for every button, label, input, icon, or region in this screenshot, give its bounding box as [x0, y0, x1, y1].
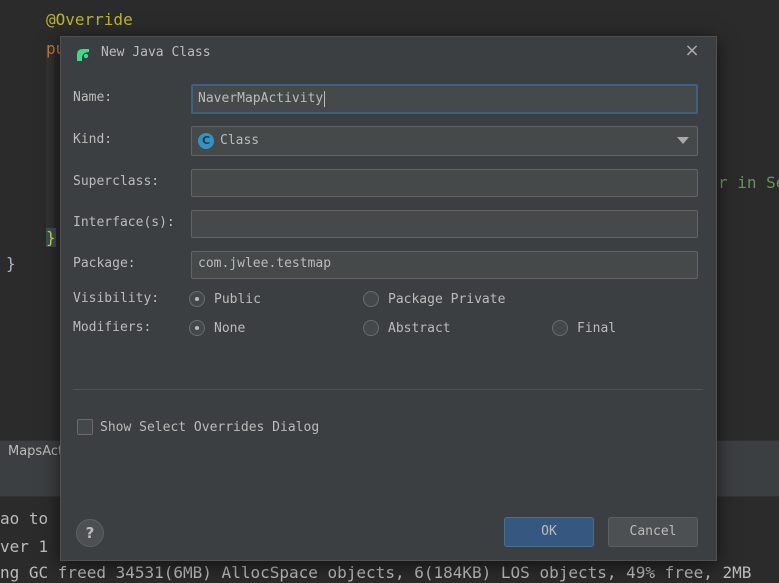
interfaces-input[interactable] [191, 210, 698, 238]
kind-selected-value: Class [220, 133, 260, 148]
package-input[interactable]: com.jwlee.testmap [191, 251, 698, 279]
close-icon[interactable]: × [682, 41, 702, 61]
show-overrides-label: Show Select Overrides Dialog [100, 419, 320, 435]
new-java-class-dialog: New Java Class × Name: NaverMapActivity … [60, 36, 717, 561]
override-annotation: @Override [46, 10, 133, 29]
interfaces-label: Interface(s): [73, 215, 175, 230]
visibility-package-private-label: Package Private [388, 291, 506, 307]
console-line: ver 1 [0, 537, 49, 556]
method-close-brace: } [46, 228, 56, 247]
ok-button[interactable]: OK [504, 517, 594, 547]
modifier-abstract-radio[interactable]: Abstract [363, 320, 451, 336]
modifier-none-radio[interactable]: None [189, 320, 245, 336]
class-icon: C [198, 132, 214, 149]
name-input-value: NaverMapActivity [198, 91, 324, 106]
kind-label: Kind: [73, 132, 113, 147]
visibility-public-radio[interactable]: Public [189, 291, 261, 307]
radio-unchecked-icon [552, 320, 568, 336]
console-line: ng GC freed 34531(6MB) AllocSpace object… [0, 563, 752, 582]
superclass-label: Superclass: [73, 174, 160, 189]
radio-checked-icon [189, 320, 205, 336]
show-overrides-checkbox[interactable] [77, 419, 93, 435]
tab-maps-activity[interactable]: MapsAct [8, 444, 63, 459]
modifier-final-radio[interactable]: Final [552, 320, 616, 336]
visibility-public-label: Public [214, 291, 261, 307]
console-line: ao to [0, 509, 49, 528]
modifier-none-label: None [214, 320, 246, 336]
kind-dropdown[interactable]: C Class [191, 126, 698, 156]
show-overrides-checkbox-row[interactable]: Show Select Overrides Dialog [77, 419, 319, 435]
superclass-input[interactable] [191, 169, 698, 197]
text-caret [324, 90, 326, 107]
editor-gutter-guide [46, 46, 54, 236]
modifier-final-label: Final [577, 320, 617, 336]
class-close-brace: } [6, 254, 16, 273]
package-input-value: com.jwlee.testmap [198, 256, 332, 271]
visibility-package-private-radio[interactable]: Package Private [363, 291, 505, 307]
visibility-label: Visibility: [73, 291, 160, 306]
modifiers-label: Modifiers: [73, 320, 152, 335]
chevron-down-icon[interactable] [677, 137, 689, 144]
radio-unchecked-icon [363, 291, 379, 307]
name-label: Name: [73, 90, 113, 105]
cancel-button[interactable]: Cancel [608, 517, 698, 547]
radio-checked-icon [189, 291, 205, 307]
radio-unchecked-icon [363, 320, 379, 336]
modifier-abstract-label: Abstract [388, 320, 451, 336]
android-studio-icon [77, 49, 89, 61]
package-label: Package: [73, 256, 136, 271]
dialog-title: New Java Class [101, 45, 211, 60]
name-input[interactable]: NaverMapActivity [191, 84, 698, 114]
comment-fragment: r in Se [718, 173, 779, 192]
help-button[interactable]: ? [76, 519, 104, 547]
divider [73, 389, 703, 390]
dialog-title-bar[interactable]: New Java Class × [61, 37, 716, 69]
